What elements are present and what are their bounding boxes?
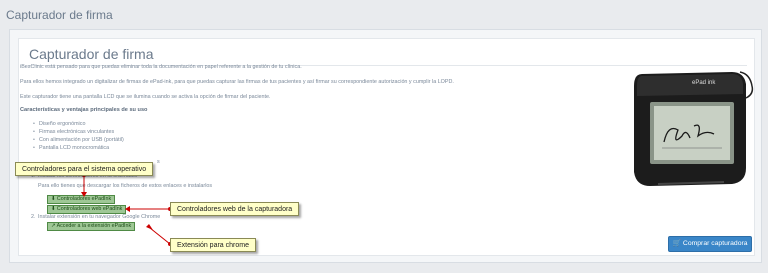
install-heading-partial: s <box>157 159 160 165</box>
feature-item: Pantalla LCD monocromática <box>33 145 109 151</box>
device-brand-label: ePad ink <box>692 80 716 86</box>
controllers-link[interactable]: ⬇ Controladores ePadInk <box>47 195 116 204</box>
signature-pad-image: ePad ink <box>634 71 754 186</box>
feature-item: Firmas electrónicas vinculantes <box>33 129 114 135</box>
step-2-text: Instalar extensión en tu navegador Googl… <box>38 214 161 220</box>
buy-button[interactable]: 🛒 Comprar capturadora <box>668 236 752 252</box>
controllers-link-label: Controladores ePadInk <box>56 196 112 202</box>
callout-os-controllers: Controladores para el sistema operativo <box>15 162 154 176</box>
web-controllers-link-label: Controladores web ePadInk <box>56 206 123 212</box>
step-2-number: 2. <box>31 214 36 220</box>
feature-item: Con alimentación por USB (portátil) <box>33 137 124 143</box>
features-heading: Características y ventajas principales d… <box>20 107 148 113</box>
lcd-paragraph: Este capturador tiene una pantalla LCD q… <box>20 94 271 100</box>
integration-paragraph: Para ellos hemos integrado un digitaliza… <box>20 79 454 85</box>
callout-web-controllers: Controladores web de la capturadora <box>170 202 300 216</box>
web-controllers-link[interactable]: ⬇ Controladores web ePadInk <box>47 205 127 214</box>
feature-item: Diseño ergonómico <box>33 121 86 127</box>
page-header: Capturador de firma <box>0 0 768 30</box>
panel-title: Capturador de firma <box>29 46 154 62</box>
extension-link[interactable]: ↗ Acceder a la extensión ePadInk <box>47 222 136 231</box>
step-1-subtext: Para ello tienes que descargar los fiche… <box>38 183 213 189</box>
callout-chrome-extension: Extensión para chrome <box>170 238 256 252</box>
shopping-cart-icon: 🛒 <box>672 240 681 247</box>
page-title: Capturador de firma <box>6 8 113 22</box>
intro-paragraph: iBesClinic está pensado para que puedas … <box>20 64 302 70</box>
extension-link-label: Acceder a la extensión ePadInk <box>56 223 132 229</box>
buy-button-label: Comprar capturadora <box>682 240 748 247</box>
